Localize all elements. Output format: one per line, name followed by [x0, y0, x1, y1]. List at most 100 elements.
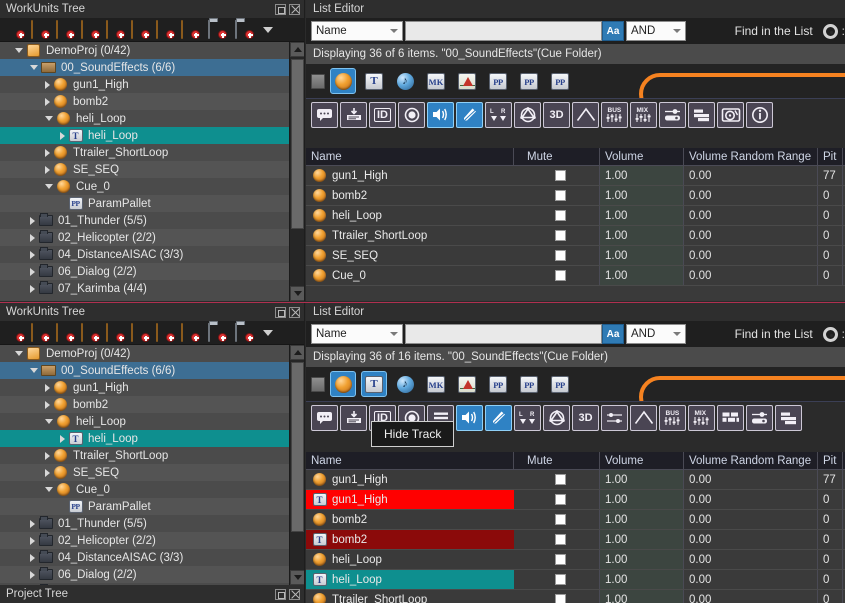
expand-arrow-icon[interactable]: [30, 520, 35, 528]
tree-item-demoproj-0-42-[interactable]: DemoProj (0/42): [0, 345, 289, 362]
cell-volume[interactable]: 1.00: [600, 550, 684, 569]
expand-arrow-icon[interactable]: [45, 401, 50, 409]
table-row[interactable]: Ttrailer_ShortLoop1.000.000: [306, 226, 845, 246]
cell-name[interactable]: Theli_Loop: [306, 570, 514, 589]
blocks-column-icon[interactable]: [775, 405, 802, 431]
collapse-arrow-icon[interactable]: [45, 419, 53, 424]
filter-search-input-top[interactable]: [405, 21, 602, 41]
column-header-pitch[interactable]: Pit: [818, 148, 843, 165]
cell-mute[interactable]: [522, 490, 600, 509]
scroll-thumb[interactable]: [291, 59, 304, 229]
info-column-icon[interactable]: [746, 102, 773, 128]
cell-volume[interactable]: 1.00: [600, 590, 684, 603]
cell-pitch[interactable]: 77: [818, 470, 843, 489]
mute-checkbox[interactable]: [555, 494, 566, 505]
match-case-button-bottom[interactable]: Aa: [602, 324, 624, 344]
column-header-mute[interactable]: Mute: [522, 148, 600, 165]
tree-item-01-thunder-5-5-[interactable]: 01_Thunder (5/5): [0, 515, 289, 532]
filter-logic-select-bottom[interactable]: AND: [626, 324, 686, 344]
import-column-icon[interactable]: [340, 405, 367, 431]
cell-name[interactable]: Ttrailer_ShortLoop: [306, 590, 514, 603]
cell-pitch[interactable]: 0: [818, 246, 843, 265]
tree-item-demoproj-0-42-[interactable]: DemoProj (0/42): [0, 42, 289, 59]
filter-field-select-top[interactable]: Name: [311, 21, 403, 41]
close-icon[interactable]: [289, 4, 300, 15]
tree-item-06-dialog-2-2-[interactable]: 06_Dialog (2/2): [0, 263, 289, 280]
add-cue-sheet-3-icon[interactable]: [81, 324, 99, 341]
param-pallet-icon-1[interactable]: PP: [485, 371, 511, 397]
param-pallet-icon-1[interactable]: PP: [485, 68, 511, 94]
comment-column-icon[interactable]: [311, 405, 338, 431]
pan3d-column-icon[interactable]: [514, 102, 541, 128]
scroll-up-button[interactable]: [290, 42, 304, 57]
table-row[interactable]: heli_Loop1.000.000: [306, 550, 845, 570]
marker-icon[interactable]: MK: [423, 68, 449, 94]
cell-mute[interactable]: [522, 246, 600, 265]
cue-orb-icon[interactable]: [330, 68, 356, 94]
expand-arrow-icon[interactable]: [30, 554, 35, 562]
cell-volume-random-range[interactable]: 0.00: [684, 530, 818, 549]
table-row[interactable]: heli_Loop1.000.000: [306, 206, 845, 226]
mute-checkbox[interactable]: [555, 554, 566, 565]
tree-item-heli-loop[interactable]: Theli_Loop: [0, 430, 289, 447]
close-icon[interactable]: [289, 589, 300, 600]
expand-arrow-icon[interactable]: [30, 217, 35, 225]
restore-icon[interactable]: [275, 589, 286, 600]
cell-name[interactable]: Ttrailer_ShortLoop: [306, 226, 514, 245]
table-row[interactable]: Ttrailer_ShortLoop1.000.000: [306, 590, 845, 603]
cell-pitch[interactable]: 0: [818, 226, 843, 245]
collapse-arrow-icon[interactable]: [30, 368, 38, 373]
cell-mute[interactable]: [522, 470, 600, 489]
param-pallet-icon-3[interactable]: PP: [547, 371, 573, 397]
tree-item-00-soundeffects-6-6-[interactable]: 00_SoundEffects (6/6): [0, 59, 289, 76]
cell-volume[interactable]: 1.00: [600, 166, 684, 185]
expand-arrow-icon[interactable]: [60, 132, 65, 140]
table-row[interactable]: SE_SEQ1.000.000: [306, 246, 845, 266]
expand-arrow-icon[interactable]: [30, 234, 35, 242]
cell-name[interactable]: bomb2: [306, 510, 514, 529]
tree-item-cue-0[interactable]: Cue_0: [0, 178, 289, 195]
cell-pitch[interactable]: 77: [818, 166, 843, 185]
column-header-pitch[interactable]: Pit: [818, 452, 843, 469]
document-icon[interactable]: [311, 377, 325, 392]
cell-volume[interactable]: 1.00: [600, 490, 684, 509]
tree-item-07-karimba-4-4-[interactable]: 07_Karimba (4/4): [0, 280, 289, 297]
expand-arrow-icon[interactable]: [45, 469, 50, 477]
cell-volume[interactable]: 1.00: [600, 226, 684, 245]
gear-icon[interactable]: [823, 327, 838, 342]
threed-column-icon[interactable]: 3D: [572, 405, 599, 431]
cell-volume[interactable]: 1.00: [600, 186, 684, 205]
volume-column-icon[interactable]: [456, 405, 483, 431]
expand-arrow-icon[interactable]: [30, 251, 35, 259]
aisac-icon[interactable]: [454, 371, 480, 397]
cell-volume[interactable]: 1.00: [600, 530, 684, 549]
add-cue-sheet-2-icon[interactable]: [56, 324, 74, 341]
table-row[interactable]: Theli_Loop1.000.000: [306, 570, 845, 590]
scroll-up-button[interactable]: [290, 345, 304, 360]
collapse-arrow-icon[interactable]: [15, 351, 23, 356]
tree-item-06-dialog-2-2-[interactable]: 06_Dialog (2/2): [0, 566, 289, 583]
add-cue-sheet-6-icon[interactable]: [156, 21, 174, 38]
expand-arrow-icon[interactable]: [30, 285, 35, 293]
mute-checkbox[interactable]: [555, 474, 566, 485]
mix-column-icon[interactable]: MIX: [630, 102, 657, 128]
add-folder-icon[interactable]: [208, 21, 226, 38]
mute-checkbox[interactable]: [555, 250, 566, 261]
add-cue-sheet-5-icon[interactable]: [131, 324, 149, 341]
column-header-vrr[interactable]: Volume Random Range: [684, 148, 818, 165]
mute-checkbox[interactable]: [555, 514, 566, 525]
tree-item-heli-loop[interactable]: Theli_Loop: [0, 127, 289, 144]
tree-item-parampallet[interactable]: PPParamPallet: [0, 195, 289, 212]
volume-column-icon[interactable]: [427, 102, 454, 128]
scroll-down-button[interactable]: [290, 570, 304, 585]
param-pallet-icon-2[interactable]: PP: [516, 68, 542, 94]
cell-name[interactable]: bomb2: [306, 186, 514, 205]
column-splitter[interactable]: [514, 452, 522, 469]
pitch-column-icon[interactable]: [485, 405, 512, 431]
tree-scrollbar-bottom[interactable]: [289, 345, 304, 585]
cell-name[interactable]: Cue_0: [306, 266, 514, 285]
cell-name[interactable]: Tbomb2: [306, 530, 514, 549]
add-cue-sheet-6-icon[interactable]: [156, 324, 174, 341]
cell-mute[interactable]: [522, 550, 600, 569]
cell-pitch[interactable]: 0: [818, 490, 843, 509]
